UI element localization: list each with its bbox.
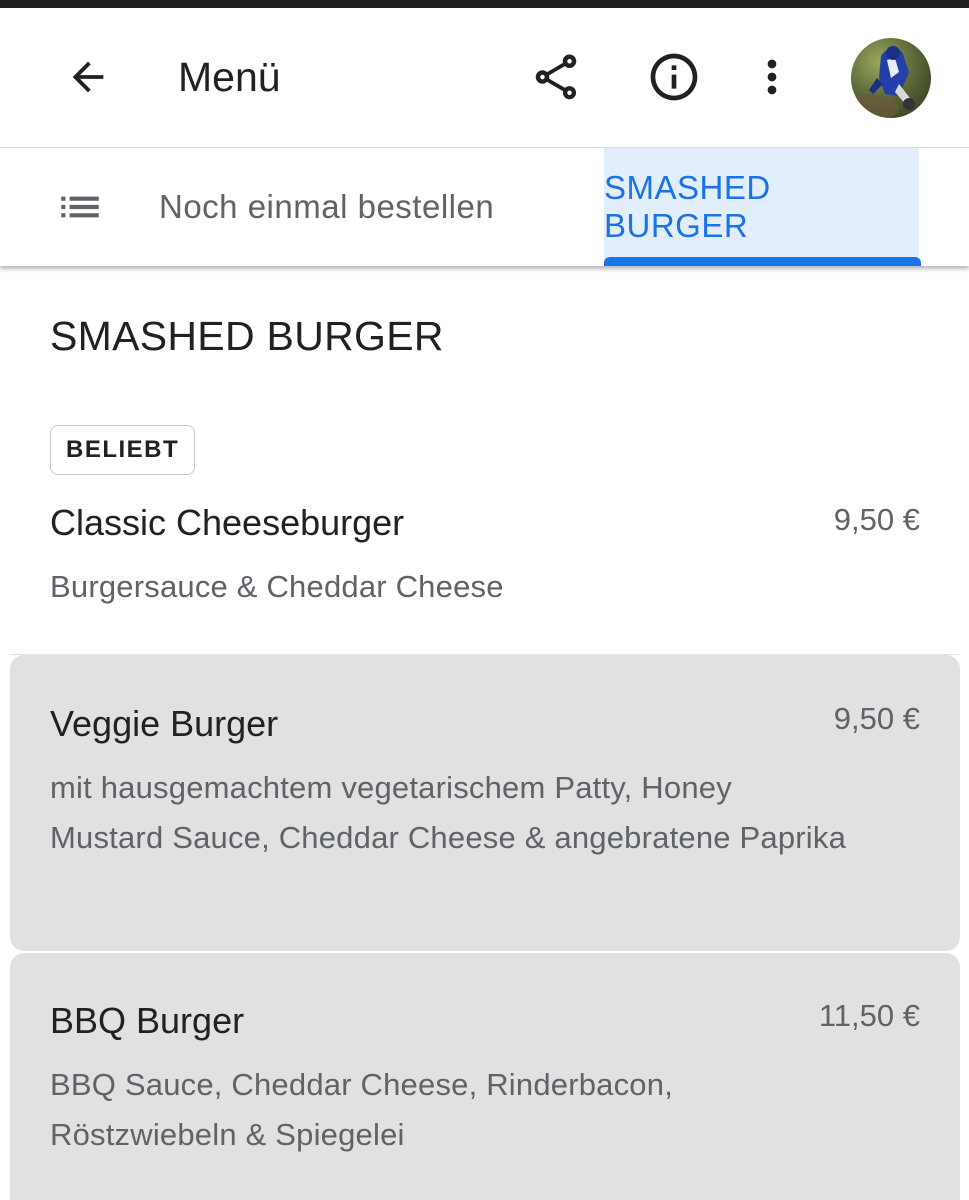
arrow-back-icon	[72, 61, 104, 93]
item-price: 9,50 €	[833, 502, 920, 537]
page-title: Menü	[178, 54, 281, 100]
tab-smashed-burger[interactable]: SMASHED BURGER	[604, 148, 919, 266]
menu-item-classic-cheeseburger[interactable]: BELIEBT Classic Cheeseburger 9,50 € Burg…	[10, 400, 960, 655]
item-description: Burgersauce & Cheddar Cheese	[50, 569, 504, 604]
item-name: BBQ Burger	[50, 1000, 245, 1041]
share-icon	[535, 54, 577, 100]
section-title: SMASHED BURGER	[50, 313, 444, 359]
menu-item-bbq-burger[interactable]: BBQ Burger 11,50 € BBQ Sauce, Cheddar Ch…	[10, 953, 960, 1200]
category-list-button[interactable]	[44, 168, 116, 246]
avatar-image	[851, 38, 931, 118]
item-price: 11,50 €	[818, 998, 920, 1033]
info-button[interactable]	[638, 38, 710, 116]
back-button[interactable]	[52, 38, 124, 116]
app-bar: Menü	[0, 8, 969, 148]
item-description: BBQ Sauce, Cheddar Cheese, Rinderbacon, …	[50, 1067, 674, 1152]
active-tab-indicator	[604, 257, 921, 266]
tab-reorder[interactable]: Noch einmal bestellen	[159, 148, 494, 266]
more-vert-icon	[767, 59, 777, 95]
item-name: Veggie Burger	[50, 703, 279, 744]
item-name: Classic Cheeseburger	[50, 502, 405, 543]
item-price: 9,50 €	[833, 701, 920, 736]
list-icon	[61, 196, 99, 218]
menu-page: Menü Noch einmal bestellen SMASHED BURGE…	[0, 0, 969, 1200]
item-description: mit hausgemachtem vegetarischem Patty, H…	[50, 770, 847, 855]
share-button[interactable]	[520, 38, 592, 116]
category-tabs: Noch einmal bestellen SMASHED BURGER	[0, 148, 969, 266]
popular-badge: BELIEBT	[50, 425, 196, 475]
menu-item-veggie-burger[interactable]: Veggie Burger 9,50 € mit hausgemachtem v…	[10, 655, 960, 951]
user-avatar[interactable]	[851, 38, 931, 118]
more-options-button[interactable]	[742, 38, 802, 116]
info-icon	[650, 53, 698, 101]
status-bar	[0, 0, 969, 8]
